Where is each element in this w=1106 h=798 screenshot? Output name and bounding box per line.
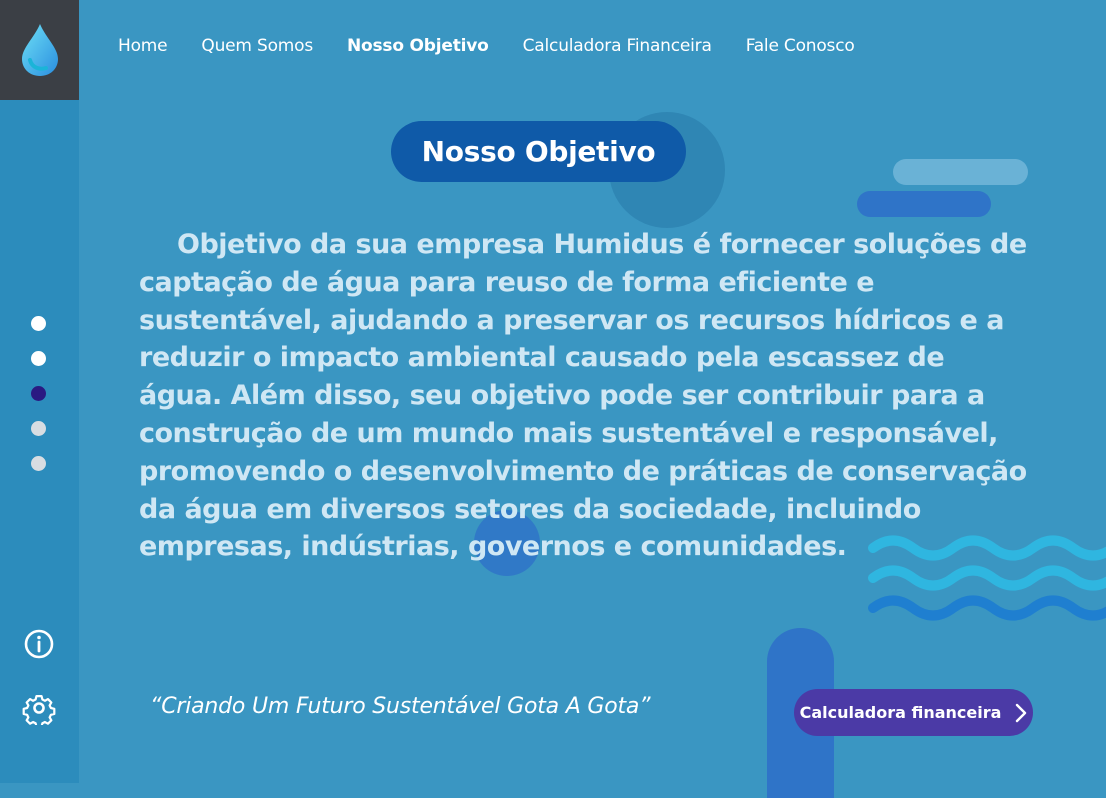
page-indicator [31,316,47,491]
nav-quem-somos[interactable]: Quem Somos [201,36,313,62]
slogan-quote: “Criando Um Futuro Sustentável Gota A Go… [150,694,651,719]
settings-button[interactable] [21,690,57,726]
info-button[interactable] [21,626,57,662]
page-dot[interactable] [31,316,46,331]
top-nav: Home Quem Somos Nosso Objetivo Calculado… [118,36,889,62]
objective-paragraph: Objetivo da sua empresa Humidus é fornec… [139,229,1027,563]
info-icon [24,629,54,659]
sidebar [0,0,79,783]
page-title: Nosso Objetivo [391,121,686,182]
nav-nosso-objetivo[interactable]: Nosso Objetivo [347,36,489,62]
water-drop-icon [21,24,58,76]
decorative-bar-dark [857,191,991,217]
page-dot-active[interactable] [31,386,46,401]
calculadora-financeira-button[interactable]: Calculadora financeira [794,689,1033,736]
nav-home[interactable]: Home [118,36,168,62]
nav-fale-conosco[interactable]: Fale Conosco [746,36,855,62]
gear-icon [22,694,56,725]
logo[interactable] [0,0,79,100]
nav-calculadora-financeira[interactable]: Calculadora Financeira [523,36,712,62]
chevron-right-icon [1016,703,1027,722]
page-dot[interactable] [31,456,46,471]
decorative-bar-light [893,159,1028,185]
calculadora-button-label: Calculadora financeira [799,703,1002,722]
page-dot[interactable] [31,421,46,436]
page-dot[interactable] [31,351,46,366]
